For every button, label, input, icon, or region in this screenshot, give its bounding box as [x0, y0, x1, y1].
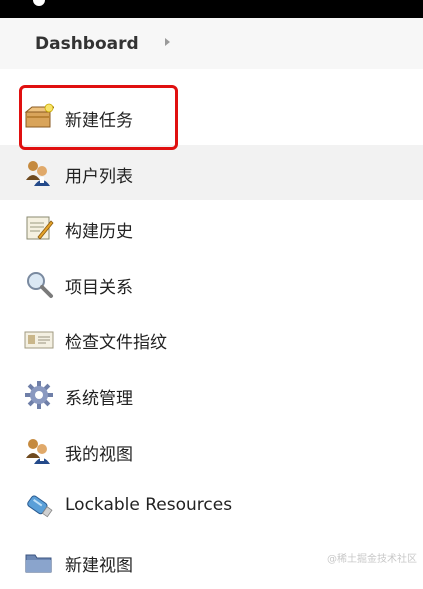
gear-icon [24, 380, 54, 410]
menu-item-label: 系统管理 [65, 388, 133, 409]
menu-item-label: 新建任务 [65, 111, 133, 131]
menu-item-fingerprint[interactable]: 检查文件指纹 [0, 311, 423, 367]
menu-item-project-relationship[interactable]: 项目关系 [0, 256, 423, 312]
users-icon [24, 158, 54, 188]
side-menu: 新建任务 用户列表 构建历史 项目关系 检查文件指纹 系统管理 我的视图 Loc… [0, 89, 423, 589]
menu-item-label: Lockable Resources [65, 495, 233, 516]
breadcrumb-dashboard-link[interactable]: Dashboard [35, 34, 139, 54]
menu-item-label: 检查文件指纹 [65, 333, 167, 354]
fingerprint-icon [24, 324, 54, 354]
menu-item-build-history[interactable]: 构建历史 [0, 200, 423, 256]
breadcrumb: Dashboard [0, 18, 423, 69]
jenkins-logo-icon[interactable] [33, 0, 45, 6]
menu-item-my-views[interactable]: 我的视图 [0, 423, 423, 479]
menu-item-label: 我的视图 [65, 444, 133, 465]
folder-icon [24, 547, 54, 577]
watermark: @稀土掘金技术社区 [327, 554, 417, 565]
menu-item-users[interactable]: 用户列表 [0, 144, 423, 201]
menu-item-label: 新建视图 [65, 555, 133, 576]
menu-item-label: 用户列表 [65, 166, 133, 187]
menu-item-manage[interactable]: 系统管理 [0, 367, 423, 423]
chevron-right-icon[interactable] [165, 38, 170, 46]
menu-item-lockable-resources[interactable]: Lockable Resources [0, 478, 423, 534]
top-header-bar [0, 0, 423, 18]
new-job-icon [24, 102, 56, 132]
menu-item-new-job[interactable]: 新建任务 [0, 89, 423, 145]
menu-item-label: 项目关系 [65, 277, 133, 298]
menu-item-label: 构建历史 [65, 222, 133, 243]
build-history-icon [24, 213, 54, 243]
search-icon [24, 269, 54, 299]
usb-drive-icon [24, 491, 54, 521]
my-views-icon [24, 436, 54, 466]
